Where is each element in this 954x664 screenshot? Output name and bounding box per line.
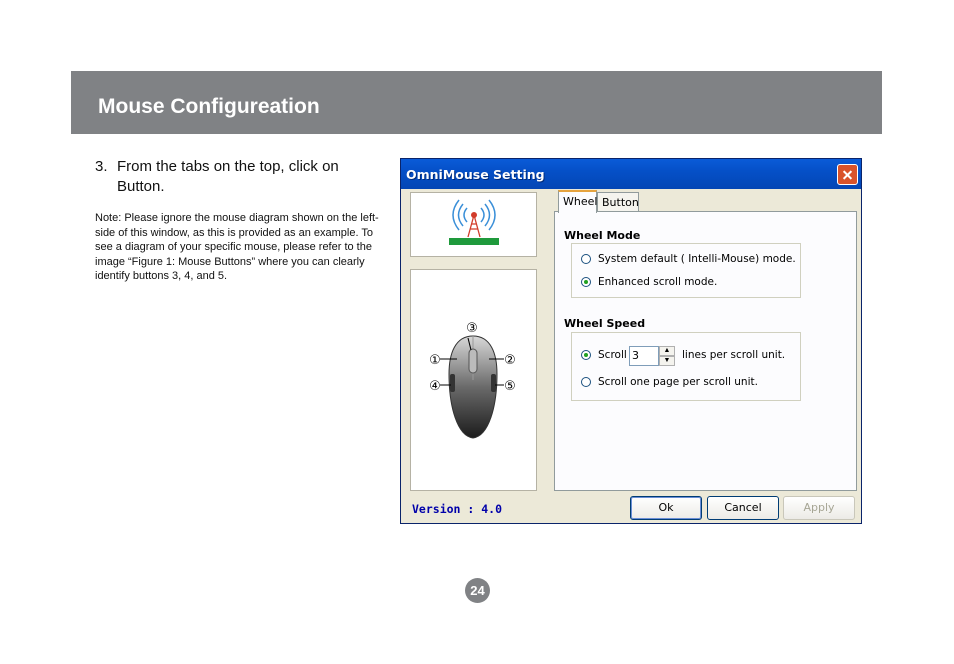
note-text: Note: Please ignore the mouse diagram sh… — [95, 212, 379, 282]
mouse-label-3: ③ — [466, 321, 478, 336]
spin-down-icon[interactable]: ▼ — [659, 356, 675, 366]
wheel-speed-title: Wheel Speed — [564, 317, 646, 330]
radio-icon — [581, 254, 591, 264]
logo-panel — [410, 192, 537, 257]
radio-icon — [581, 277, 591, 287]
page-title: Mouse Configureation — [98, 95, 320, 118]
mouse-diagram: ③ ① ② ④ ⑤ — [429, 321, 516, 439]
radio-system-default-label: System default ( Intelli-Mouse) mode. — [598, 253, 796, 265]
radio-enhanced-scroll-label: Enhanced scroll mode. — [598, 276, 718, 288]
mouse-label-5: ⑤ — [504, 379, 516, 394]
wheel-mode-title: Wheel Mode — [564, 229, 641, 242]
mouse-label-2: ② — [504, 353, 516, 368]
step-text: From the tabs on the top, click on Butto… — [117, 158, 339, 195]
step-number: 3. — [95, 158, 108, 175]
antenna-icon — [449, 199, 499, 245]
mouse-label-1: ① — [429, 353, 441, 368]
wheel-mode-group: System default ( Intelli-Mouse) mode. En… — [571, 243, 801, 298]
page-number: 24 — [465, 578, 490, 603]
dialog-title: OmniMouse Setting — [406, 167, 545, 182]
cancel-button[interactable]: Cancel — [707, 496, 779, 520]
close-button[interactable] — [837, 164, 858, 185]
scroll-suffix: lines per scroll unit. — [682, 349, 786, 361]
mouse-label-4: ④ — [429, 379, 441, 394]
tab-wheel[interactable]: Wheel — [558, 190, 597, 213]
radio-scroll-label: Scroll — [598, 349, 627, 361]
apply-button[interactable]: Apply — [783, 496, 855, 520]
spin-up-icon[interactable]: ▲ — [659, 346, 675, 356]
tab-button[interactable]: Button — [597, 192, 639, 212]
header-band: Mouse Configureation — [71, 71, 882, 134]
wheel-tab-panel: Wheel Mode System default ( Intelli-Mous… — [554, 211, 857, 491]
wheel-speed-group: Scroll 3 ▲ ▼ lines per scroll unit. Scro… — [571, 332, 801, 401]
radio-icon — [581, 350, 591, 360]
radio-scroll-page-label: Scroll one page per scroll unit. — [598, 376, 758, 388]
scroll-lines-stepper[interactable]: ▲ ▼ — [659, 346, 675, 366]
omnimouse-dialog: OmniMouse Setting ③ ① ② ④ ⑤ Wheel Button… — [400, 158, 862, 524]
dialog-titlebar[interactable]: OmniMouse Setting — [401, 159, 861, 189]
mouse-diagram-panel: ③ ① ② ④ ⑤ — [410, 269, 537, 491]
scroll-lines-input[interactable]: 3 — [629, 346, 659, 366]
ok-button[interactable]: Ok — [630, 496, 702, 520]
version-label: Version : 4.0 — [412, 502, 503, 516]
radio-icon — [581, 377, 591, 387]
